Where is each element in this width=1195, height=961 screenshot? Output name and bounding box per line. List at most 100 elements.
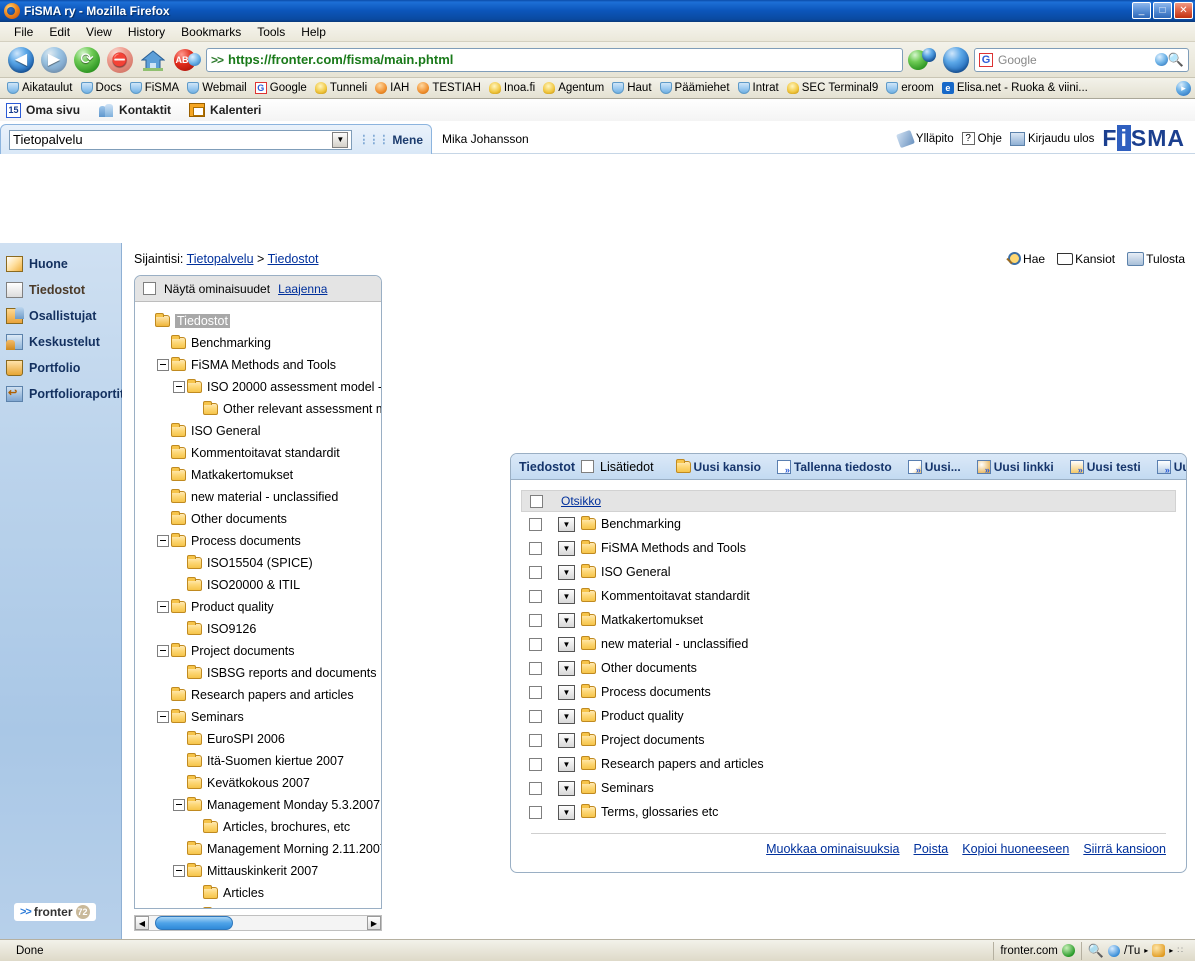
tree-node[interactable]: Other documents: [135, 508, 381, 530]
back-icon[interactable]: ◀: [6, 45, 36, 75]
bookmark-docs[interactable]: Docs: [78, 81, 125, 95]
row-menu-icon[interactable]: ▼: [558, 588, 575, 604]
scroll-track[interactable]: [149, 916, 367, 930]
sidebar-item-tiedostot[interactable]: Tiedostot: [0, 277, 121, 303]
bookmark-paamiehet[interactable]: Päämiehet: [657, 81, 733, 95]
menu-file[interactable]: File: [6, 23, 41, 41]
move-to-folder-link[interactable]: Siirrä kansioon: [1083, 842, 1166, 856]
menu-history[interactable]: History: [120, 23, 173, 41]
select-all-checkbox[interactable]: [530, 494, 543, 508]
sidebar-item-portfolioraportit[interactable]: Portfolioraportit: [0, 381, 124, 407]
logout-link[interactable]: Kirjaudu ulos: [1009, 131, 1094, 146]
minimize-button[interactable]: _: [1132, 2, 1151, 19]
sidebar-item-osallistujat[interactable]: Osallistujat: [0, 303, 121, 329]
grip-icon[interactable]: ∷: [1177, 945, 1183, 956]
copy-to-room-link[interactable]: Kopioi huoneeseen: [962, 842, 1069, 856]
new-discussion-button[interactable]: Uusi keskustelu: [1156, 459, 1186, 475]
bookmark-inoa[interactable]: Inoa.fi: [486, 81, 538, 95]
table-row[interactable]: ▼ Seminars: [521, 776, 1176, 800]
tree-node[interactable]: Seminars: [135, 706, 381, 728]
forward-icon[interactable]: ▶: [39, 45, 69, 75]
tree-node[interactable]: Benchmarking: [135, 332, 381, 354]
tree-node[interactable]: ISO General: [135, 420, 381, 442]
table-row[interactable]: ▼ Research papers and articles: [521, 752, 1176, 776]
scroll-left-icon[interactable]: ◀: [135, 916, 149, 930]
menu-edit[interactable]: Edit: [41, 23, 78, 41]
new-document-button[interactable]: Uusi...: [907, 459, 961, 475]
scroll-right-icon[interactable]: ▶: [367, 916, 381, 930]
tree-node[interactable]: Articles: [135, 882, 381, 904]
row-menu-icon[interactable]: ▼: [558, 636, 575, 652]
menu-help[interactable]: Help: [293, 23, 334, 41]
home-icon[interactable]: [138, 45, 168, 75]
table-row[interactable]: ▼ Product quality: [521, 704, 1176, 728]
tree-node[interactable]: Matkakertomukset: [135, 464, 381, 486]
breadcrumb-link-tietopalvelu[interactable]: Tietopalvelu: [187, 252, 254, 266]
magnifier-icon[interactable]: 🔍: [1168, 52, 1184, 68]
collapse-toggle-icon[interactable]: [157, 645, 169, 657]
new-test-button[interactable]: Uusi testi: [1069, 459, 1141, 475]
tree-node[interactable]: new material - unclassified: [135, 486, 381, 508]
collapse-toggle-icon[interactable]: [173, 381, 185, 393]
bookmark-elisa[interactable]: e Elisa.net - Ruoka & viini...: [939, 81, 1091, 95]
search-box[interactable]: G Google 🔍: [974, 47, 1189, 72]
row-checkbox[interactable]: [529, 565, 542, 579]
expand-link[interactable]: Laajenna: [278, 282, 327, 296]
tree-node[interactable]: Tiedostot: [135, 310, 381, 332]
table-row[interactable]: ▼ Terms, glossaries etc: [521, 800, 1176, 824]
row-checkbox[interactable]: [529, 637, 542, 651]
row-menu-icon[interactable]: ▼: [558, 684, 575, 700]
row-menu-icon[interactable]: ▼: [558, 564, 575, 580]
extra-info-checkbox[interactable]: [581, 460, 595, 473]
bookmark-tunneli[interactable]: Tunneli: [312, 81, 370, 95]
collapse-toggle-icon[interactable]: [173, 865, 185, 877]
row-menu-icon[interactable]: ▼: [558, 756, 575, 772]
row-checkbox[interactable]: [529, 733, 542, 747]
table-row[interactable]: ▼ Project documents: [521, 728, 1176, 752]
table-row[interactable]: ▼ Matkakertomukset: [521, 608, 1176, 632]
bookmark-webmail[interactable]: Webmail: [184, 81, 250, 95]
tree-node[interactable]: Management Monday 5.3.2007: [135, 794, 381, 816]
adblock-icon[interactable]: ABP: [171, 45, 201, 75]
tree-node[interactable]: Research papers and articles: [135, 684, 381, 706]
row-menu-icon[interactable]: ▼: [558, 516, 575, 532]
appnav-kontaktit[interactable]: Kontaktit: [98, 103, 171, 118]
row-menu-icon[interactable]: ▼: [558, 780, 575, 796]
bookmark-testiah[interactable]: TESTIAH: [414, 81, 484, 95]
tree-node[interactable]: Articles, brochures, etc: [135, 816, 381, 838]
table-row[interactable]: ▼ new material - unclassified: [521, 632, 1176, 656]
row-menu-icon[interactable]: ▼: [558, 660, 575, 676]
row-menu-icon[interactable]: ▼: [558, 540, 575, 556]
row-checkbox[interactable]: [529, 805, 542, 819]
chevron-right-icon[interactable]: ▸: [1144, 946, 1148, 955]
close-button[interactable]: ✕: [1174, 2, 1193, 19]
tree-node[interactable]: Other relevant assessment mo: [135, 398, 381, 420]
collapse-toggle-icon[interactable]: [173, 799, 185, 811]
folders-tool[interactable]: Kansiot: [1057, 252, 1115, 266]
row-checkbox[interactable]: [529, 685, 542, 699]
admin-link[interactable]: Ylläpito: [895, 129, 954, 148]
tree-node[interactable]: Project documents: [135, 640, 381, 662]
tree-hscrollbar[interactable]: ◀ ▶: [134, 915, 382, 931]
search-globe-icon[interactable]: [908, 45, 938, 75]
new-folder-button[interactable]: Uusi kansio: [675, 458, 761, 474]
breadcrumb-link-tiedostot[interactable]: Tiedostot: [268, 252, 319, 266]
bookmark-google[interactable]: G Google: [252, 81, 310, 95]
row-checkbox[interactable]: [529, 781, 542, 795]
bookmark-iah[interactable]: IAH: [372, 81, 412, 95]
tree-node[interactable]: ISO 20000 assessment model - d: [135, 376, 381, 398]
appnav-oma-sivu[interactable]: 15 Oma sivu: [6, 102, 80, 118]
bookmark-agentum[interactable]: Agentum: [540, 81, 607, 95]
row-checkbox[interactable]: [529, 589, 542, 603]
column-header-otsikko[interactable]: Otsikko: [561, 494, 601, 508]
row-checkbox[interactable]: [529, 709, 542, 723]
tree-node[interactable]: FiSMA Methods and Tools: [135, 354, 381, 376]
tree-node[interactable]: Management Morning 2.11.2007: [135, 838, 381, 860]
appnav-kalenteri[interactable]: Kalenteri: [189, 103, 261, 117]
table-row[interactable]: ▼ ISO General: [521, 560, 1176, 584]
row-checkbox[interactable]: [529, 613, 542, 627]
go-button[interactable]: ⋮⋮⋮ Mene: [358, 133, 423, 147]
save-file-button[interactable]: Tallenna tiedosto: [776, 459, 892, 475]
sidebar-item-portfolio[interactable]: Portfolio: [0, 355, 121, 381]
new-link-button[interactable]: Uusi linkki: [976, 459, 1054, 475]
